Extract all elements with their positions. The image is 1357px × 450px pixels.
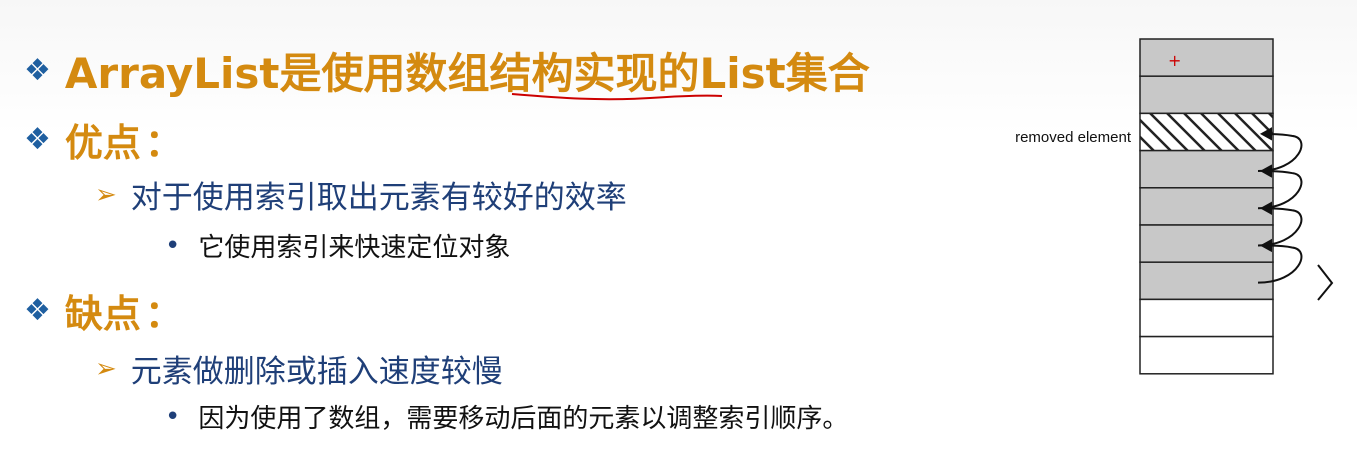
array-cell [1139, 261, 1274, 301]
title-underline-annotation [511, 93, 723, 101]
removed-array-cell [1139, 112, 1274, 152]
array-cell [1139, 187, 1274, 226]
removed-element-label: removed element [1015, 129, 1132, 146]
array-cell [1139, 75, 1274, 115]
chevron-right-icon [1317, 264, 1334, 301]
array-cell [1139, 224, 1274, 263]
array-cell [1139, 38, 1274, 77]
array-cell [1139, 298, 1274, 338]
array-cell [1139, 335, 1274, 375]
cursor-plus-icon: + [1168, 51, 1181, 70]
array-removal-diagram: removed element + [511, 38, 1334, 375]
array-cell [1139, 149, 1274, 189]
